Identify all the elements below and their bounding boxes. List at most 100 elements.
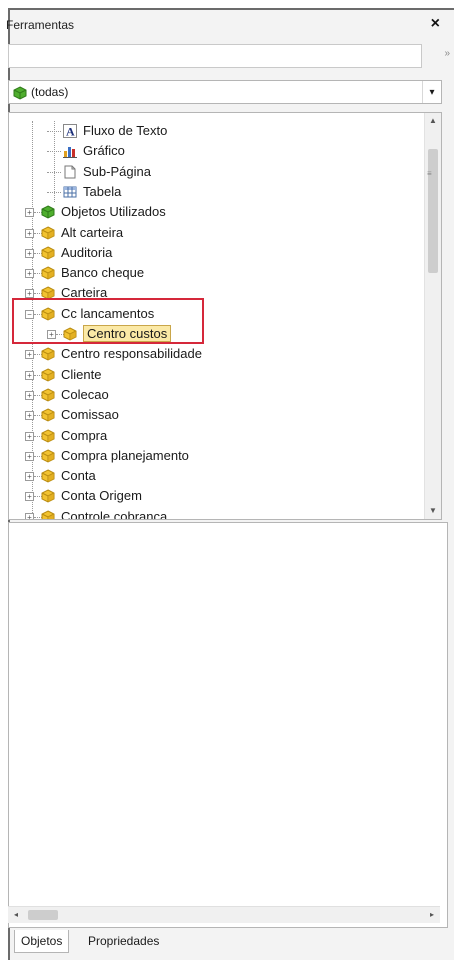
tab-propriedades[interactable]: Propriedades: [82, 930, 165, 952]
tree-item[interactable]: + Auditoria: [9, 243, 425, 263]
tree-item-label: Compra planejamento: [61, 447, 189, 463]
panel-titlebar: Ferramentas ×: [2, 15, 442, 36]
expand-icon[interactable]: +: [25, 228, 34, 238]
tree-item-label: Centro custos: [83, 325, 172, 342]
tree-connector: [47, 151, 61, 153]
hscroll-thumb[interactable]: [28, 910, 58, 920]
page-icon: [63, 165, 77, 179]
tree-item-label: Auditoria: [61, 244, 113, 260]
tree-item[interactable]: + Objetos Utilizados: [9, 202, 425, 222]
expand-icon[interactable]: +: [25, 431, 34, 441]
tree-vertical-scrollbar[interactable]: ▲ ≡ ▼: [424, 113, 441, 519]
cube-yellow-icon: [41, 510, 55, 519]
chart-icon: [63, 144, 77, 159]
cube-yellow-icon: [41, 428, 55, 443]
search-input[interactable]: [9, 45, 425, 69]
cube-yellow-icon: [41, 347, 55, 361]
tree-item-label: Comissao: [61, 407, 119, 423]
chevron-down-icon[interactable]: ▾: [422, 81, 441, 103]
cube-yellow-icon: [41, 408, 55, 422]
tree-item[interactable]: + Centro responsabilidade: [9, 344, 425, 364]
expand-icon[interactable]: +: [25, 350, 34, 360]
horizontal-scrollbar[interactable]: ◂ ▸: [8, 906, 440, 923]
expand-icon[interactable]: +: [47, 330, 56, 339]
search-box[interactable]: [8, 44, 425, 69]
tree-connector: [47, 131, 61, 132]
tree-item[interactable]: − Cc lancamentos: [9, 304, 425, 324]
tree-item-label: Centro responsabilidade: [61, 346, 202, 362]
expand-icon[interactable]: +: [25, 472, 34, 482]
tree-item-label: Colecao: [61, 386, 109, 402]
properties-area: [8, 522, 448, 928]
tree-item-label: Compra: [61, 427, 108, 443]
tree-item[interactable]: Tabela: [9, 182, 425, 202]
tree-item[interactable]: + Comissao: [9, 405, 425, 425]
cube-yellow-icon: [41, 286, 55, 300]
tree-item-label: Conta: [61, 468, 96, 484]
tree-item-label: Banco cheque: [61, 265, 145, 281]
cube-yellow-icon: [41, 449, 55, 463]
expand-icon[interactable]: +: [25, 370, 34, 380]
expand-icon[interactable]: +: [25, 390, 34, 400]
cube-green-icon: [41, 205, 55, 219]
cube-green-icon: [13, 86, 27, 103]
tree-item[interactable]: + Compra: [9, 426, 425, 446]
tree-item-label: Alt carteira: [61, 224, 124, 240]
cube-yellow-icon: [41, 266, 55, 280]
tree-item[interactable]: + Colecao: [9, 385, 425, 405]
tree-item-label: Sub-Página: [83, 163, 151, 179]
search-go-icon[interactable]: »: [444, 48, 450, 59]
tree-item[interactable]: + Conta: [9, 466, 425, 486]
tree-item[interactable]: + Controle cobranca: [9, 507, 425, 520]
cube-yellow-icon: [41, 246, 55, 260]
tree-item-label: Carteira: [61, 285, 108, 301]
tree-item[interactable]: Gráfico: [9, 141, 425, 161]
expand-icon[interactable]: +: [25, 512, 34, 519]
scroll-down-icon[interactable]: ▼: [425, 503, 441, 519]
tree-connector: [47, 191, 61, 193]
tree-item[interactable]: Sub-Página: [9, 162, 425, 182]
tree-item-label: Cliente: [61, 366, 102, 382]
tree-item[interactable]: + Centro custos: [9, 324, 425, 344]
grip-icon: ≡: [427, 169, 432, 178]
filter-value: (todas): [31, 85, 69, 99]
scroll-right-icon[interactable]: ▸: [424, 907, 440, 923]
tree-item-label: Conta Origem: [61, 488, 142, 504]
object-tree: A Fluxo de Texto Gráfico Sub-Página Tabela + O…: [8, 112, 442, 520]
tree-item-label: Controle cobranca: [61, 508, 168, 520]
close-icon[interactable]: ×: [431, 15, 440, 33]
scroll-left-icon[interactable]: ◂: [8, 907, 24, 923]
tree-item[interactable]: + Carteira: [9, 283, 425, 303]
tree-item[interactable]: + Alt carteira: [9, 223, 425, 243]
cube-yellow-icon: [41, 225, 55, 240]
cube-yellow-icon: [41, 368, 55, 382]
expand-icon[interactable]: +: [25, 208, 34, 218]
scroll-up-icon[interactable]: ▲: [425, 113, 441, 129]
text-A-icon: A: [63, 124, 77, 139]
expand-icon[interactable]: +: [25, 289, 34, 299]
panel-title: Ferramentas: [6, 18, 75, 32]
table-icon: [63, 185, 77, 199]
expand-icon[interactable]: +: [25, 269, 34, 279]
scroll-thumb[interactable]: [428, 149, 438, 273]
tree-item-label: Gráfico: [83, 143, 125, 159]
cube-yellow-icon: [41, 388, 55, 402]
collapse-icon[interactable]: −: [25, 309, 34, 319]
tree-item[interactable]: A Fluxo de Texto: [9, 121, 425, 141]
tree-item[interactable]: + Conta Origem: [9, 486, 425, 506]
expand-icon[interactable]: +: [25, 248, 34, 258]
expand-icon[interactable]: +: [25, 451, 34, 461]
tree-item-label: Fluxo de Texto: [83, 123, 168, 138]
expand-icon[interactable]: +: [25, 411, 34, 421]
cube-yellow-icon: [41, 469, 55, 483]
tree-connector: [47, 171, 61, 173]
tree-item[interactable]: + Banco cheque: [9, 263, 425, 283]
expand-icon[interactable]: +: [25, 492, 34, 502]
cube-yellow-icon: [63, 327, 77, 341]
filter-dropdown[interactable]: (todas) ▾: [8, 80, 442, 104]
tree-item-label: Cc lancamentos: [61, 305, 155, 321]
tree-item-label: Objetos Utilizados: [61, 204, 166, 220]
tree-item[interactable]: + Compra planejamento: [9, 446, 425, 466]
tree-item[interactable]: + Cliente: [9, 365, 425, 385]
tab-objetos[interactable]: Objetos: [14, 930, 70, 953]
